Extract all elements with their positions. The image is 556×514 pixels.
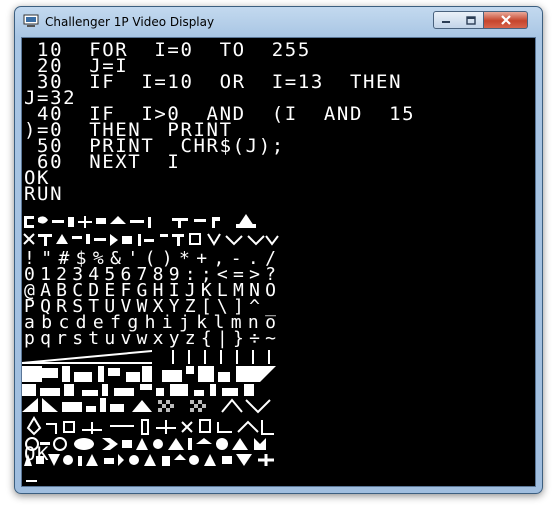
video-display[interactable]: 10 FOR I=0 TO 255 20 J=I 30 IF I=10 OR I… bbox=[21, 37, 536, 487]
run-command: RUN bbox=[24, 183, 64, 205]
maximize-icon bbox=[465, 15, 476, 25]
graphics-row-8 bbox=[22, 350, 270, 364]
maximize-button[interactable] bbox=[458, 11, 484, 29]
ok-text: OK bbox=[24, 443, 51, 465]
window-title: Challenger 1P Video Display bbox=[45, 15, 215, 29]
ascii-rows: !"#$%&'()*+,-./ 0123456789:;<=>? @ABCDEF… bbox=[24, 248, 276, 349]
listing-line: 30 IF I=10 OR I=13 THEN bbox=[24, 71, 403, 93]
graphics-row-1 bbox=[23, 233, 279, 246]
title-bar[interactable]: Challenger 1P Video Display bbox=[15, 7, 542, 37]
minimize-button[interactable] bbox=[433, 11, 459, 29]
graphics-row-11 bbox=[22, 398, 271, 414]
character-set-graphics: !"#$%&'()*+,-./ 0123456789:;<=>? @ABCDEF… bbox=[22, 214, 279, 466]
close-icon bbox=[500, 15, 511, 25]
minimize-icon bbox=[442, 21, 450, 23]
computer-icon bbox=[23, 14, 39, 27]
ok-prompt-final: OK bbox=[24, 443, 51, 465]
close-button[interactable] bbox=[484, 11, 528, 29]
text-cursor bbox=[26, 480, 37, 482]
program-listing: 10 FOR I=0 TO 255 20 J=I 30 IF I=10 OR I… bbox=[24, 41, 415, 205]
graphics-row-13 bbox=[25, 437, 266, 451]
graphics-row-0 bbox=[24, 214, 256, 228]
graphics-row-14 bbox=[24, 454, 274, 466]
graphics-row-12 bbox=[26, 416, 274, 436]
graphics-row-9 bbox=[22, 366, 276, 396]
app-window: Challenger 1P Video Display 10 FOR I=0 T… bbox=[14, 6, 543, 494]
